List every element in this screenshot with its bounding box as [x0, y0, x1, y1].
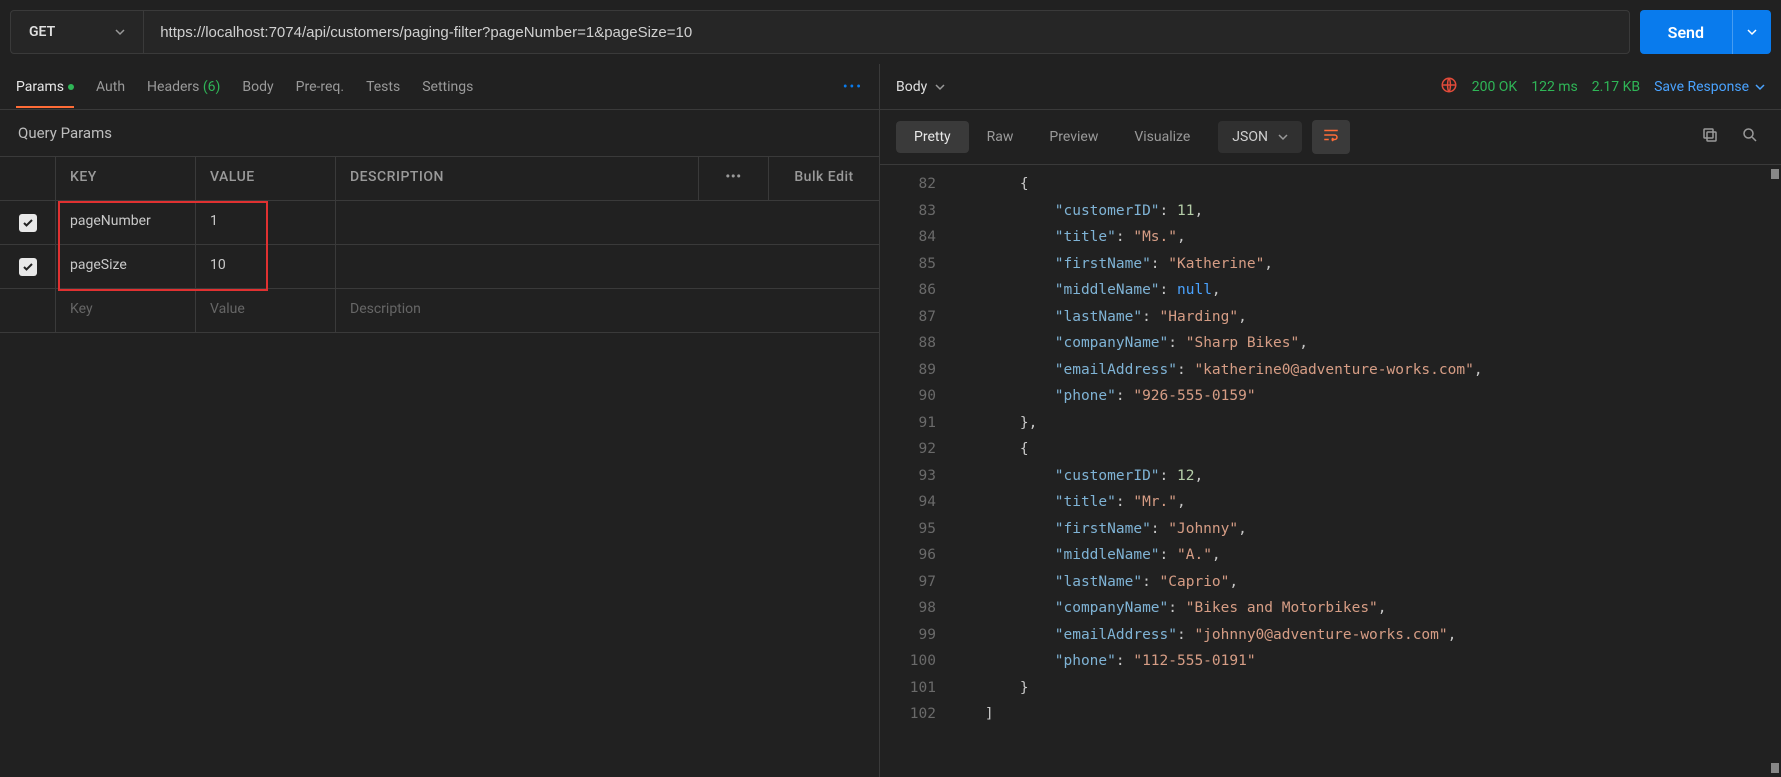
- param-value[interactable]: 10: [196, 245, 336, 288]
- chevron-down-icon: [1278, 132, 1288, 142]
- response-header: Body 200 OK 122 ms 2.17 KB Save Response: [880, 64, 1781, 110]
- response-body-dropdown[interactable]: Body: [896, 79, 945, 95]
- param-value[interactable]: 1: [196, 201, 336, 244]
- desc-placeholder[interactable]: Description: [336, 289, 879, 332]
- method-label: GET: [29, 24, 55, 40]
- chevron-down-icon: [1755, 82, 1765, 92]
- col-value: VALUE: [196, 157, 336, 200]
- response-size: 2.17 KB: [1592, 79, 1640, 95]
- send-dropdown[interactable]: [1732, 10, 1771, 54]
- response-time: 122 ms: [1531, 79, 1578, 95]
- code-content: { "customerID": 11, "title": "Ms.", "fir…: [950, 165, 1483, 777]
- tab-prereq[interactable]: Pre-req.: [296, 67, 344, 107]
- tab-tests[interactable]: Tests: [366, 67, 400, 107]
- method-url-group: GET: [10, 10, 1630, 54]
- table-row[interactable]: pageNumber1: [0, 201, 879, 245]
- param-desc[interactable]: [336, 201, 879, 244]
- query-params-title: Query Params: [0, 110, 879, 156]
- response-body[interactable]: 8283848586878889909192939495969798991001…: [880, 165, 1781, 777]
- status-code: 200 OK: [1472, 79, 1518, 95]
- network-icon[interactable]: [1440, 76, 1458, 98]
- tab-body[interactable]: Body: [242, 67, 273, 107]
- url-input[interactable]: [144, 11, 1628, 53]
- view-pretty[interactable]: Pretty: [896, 121, 969, 153]
- tab-auth[interactable]: Auth: [96, 67, 125, 107]
- chevron-down-icon: [115, 27, 125, 37]
- param-key[interactable]: pageSize: [56, 245, 196, 288]
- wrap-lines-button[interactable]: [1312, 120, 1350, 154]
- more-icon[interactable]: •••: [843, 79, 863, 95]
- checkbox-checked-icon: [19, 214, 37, 232]
- table-row[interactable]: pageSize10: [0, 245, 879, 289]
- view-visualize[interactable]: Visualize: [1116, 121, 1208, 153]
- key-placeholder[interactable]: Key: [56, 289, 196, 332]
- row-actions[interactable]: •••: [699, 157, 769, 200]
- scroll-marker: [1771, 763, 1779, 773]
- checkbox-cell[interactable]: [0, 245, 56, 288]
- format-select[interactable]: JSON: [1218, 121, 1302, 153]
- line-gutter: 8283848586878889909192939495969798991001…: [880, 165, 950, 777]
- method-select[interactable]: GET: [11, 11, 144, 53]
- table-header: KEY VALUE DESCRIPTION ••• Bulk Edit: [0, 157, 879, 201]
- response-pane: Body 200 OK 122 ms 2.17 KB Save Response: [880, 64, 1781, 777]
- copy-icon[interactable]: [1695, 120, 1725, 154]
- table-row-new[interactable]: Key Value Description: [0, 289, 879, 333]
- modified-dot-icon: [68, 84, 74, 90]
- tab-settings[interactable]: Settings: [422, 67, 473, 107]
- bulk-edit-button[interactable]: Bulk Edit: [769, 157, 879, 200]
- query-params-table: KEY VALUE DESCRIPTION ••• Bulk Edit page…: [0, 156, 879, 333]
- tab-headers[interactable]: Headers (6): [147, 67, 220, 107]
- request-pane: Params Auth Headers (6) Body Pre-req. Te…: [0, 64, 880, 777]
- send-label: Send: [1640, 23, 1732, 42]
- col-desc: DESCRIPTION: [336, 157, 699, 200]
- view-mode-segment: Pretty Raw Preview Visualize: [896, 121, 1208, 153]
- param-key[interactable]: pageNumber: [56, 201, 196, 244]
- chevron-down-icon: [1747, 27, 1757, 37]
- checkbox-checked-icon: [19, 258, 37, 276]
- view-preview[interactable]: Preview: [1031, 121, 1116, 153]
- col-key: KEY: [56, 157, 196, 200]
- scroll-marker: [1771, 169, 1779, 179]
- search-icon[interactable]: [1735, 120, 1765, 154]
- send-button[interactable]: Send: [1640, 10, 1771, 54]
- checkbox-cell[interactable]: [0, 201, 56, 244]
- chevron-down-icon: [935, 82, 945, 92]
- response-toolbar: Pretty Raw Preview Visualize JSON: [880, 110, 1781, 165]
- tab-params[interactable]: Params: [16, 67, 74, 107]
- request-bar: GET Send: [0, 0, 1781, 64]
- view-raw[interactable]: Raw: [969, 121, 1032, 153]
- param-desc[interactable]: [336, 245, 879, 288]
- save-response-button[interactable]: Save Response: [1654, 79, 1765, 95]
- request-tabs: Params Auth Headers (6) Body Pre-req. Te…: [0, 64, 879, 110]
- value-placeholder[interactable]: Value: [196, 289, 336, 332]
